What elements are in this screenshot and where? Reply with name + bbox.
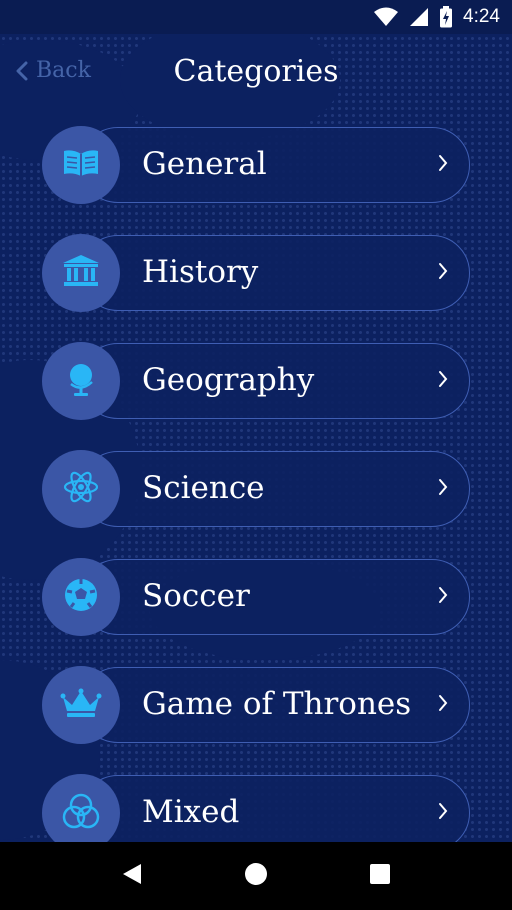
category-item-game-of-thrones[interactable]: Game of Thrones	[42, 666, 470, 744]
category-label: Game of Thrones	[142, 686, 412, 722]
cell-signal-icon	[409, 7, 429, 27]
category-item-soccer[interactable]: Soccer	[42, 558, 470, 636]
category-item-geography[interactable]: Geography	[42, 342, 470, 420]
wifi-icon	[373, 7, 399, 27]
category-label: Mixed	[142, 794, 240, 830]
atom-icon	[62, 468, 100, 510]
screen: 4:24 Back Categories General History Geo…	[0, 0, 512, 910]
museum-icon	[62, 254, 100, 292]
category-item-history[interactable]: History	[42, 234, 470, 312]
chevron-right-icon	[438, 262, 448, 284]
chevron-right-icon	[438, 802, 448, 824]
chevron-right-icon	[438, 694, 448, 716]
globe-icon	[64, 360, 98, 402]
category-item-science[interactable]: Science	[42, 450, 470, 528]
category-icon-circle	[42, 450, 120, 528]
category-pill	[80, 775, 470, 851]
category-pill	[80, 127, 470, 203]
chevron-right-icon	[438, 154, 448, 176]
chevron-right-icon	[438, 478, 448, 500]
category-label: Soccer	[142, 578, 250, 614]
category-label: History	[142, 254, 259, 290]
category-icon-circle	[42, 234, 120, 312]
chevron-right-icon	[438, 586, 448, 608]
category-icon-circle	[42, 666, 120, 744]
category-icon-circle	[42, 126, 120, 204]
book-icon	[62, 148, 100, 182]
category-pill	[80, 235, 470, 311]
soccer-ball-icon	[63, 577, 99, 617]
category-label: General	[142, 146, 267, 182]
battery-charging-icon	[439, 6, 453, 28]
circle-home-icon	[244, 862, 268, 890]
page-title: Categories	[173, 54, 339, 89]
category-label: Science	[142, 470, 265, 506]
triangle-back-icon	[121, 862, 143, 890]
category-icon-circle	[42, 342, 120, 420]
nav-home-button[interactable]	[244, 862, 268, 890]
nav-recents-button[interactable]	[369, 863, 391, 889]
category-label: Geography	[142, 362, 315, 398]
mixed-rings-icon	[61, 791, 101, 835]
category-item-general[interactable]: General	[42, 126, 470, 204]
navigation-bar	[0, 842, 512, 910]
category-pill	[80, 559, 470, 635]
square-recents-icon	[369, 863, 391, 889]
category-icon-circle	[42, 558, 120, 636]
category-item-mixed[interactable]: Mixed	[42, 774, 470, 852]
status-bar: 4:24	[0, 0, 512, 34]
chevron-right-icon	[438, 370, 448, 392]
category-icon-circle	[42, 774, 120, 852]
crown-icon	[60, 688, 102, 722]
clock-time: 4:24	[463, 6, 500, 27]
category-pill	[80, 451, 470, 527]
header: Back Categories	[0, 34, 512, 114]
nav-back-button[interactable]	[121, 862, 143, 890]
